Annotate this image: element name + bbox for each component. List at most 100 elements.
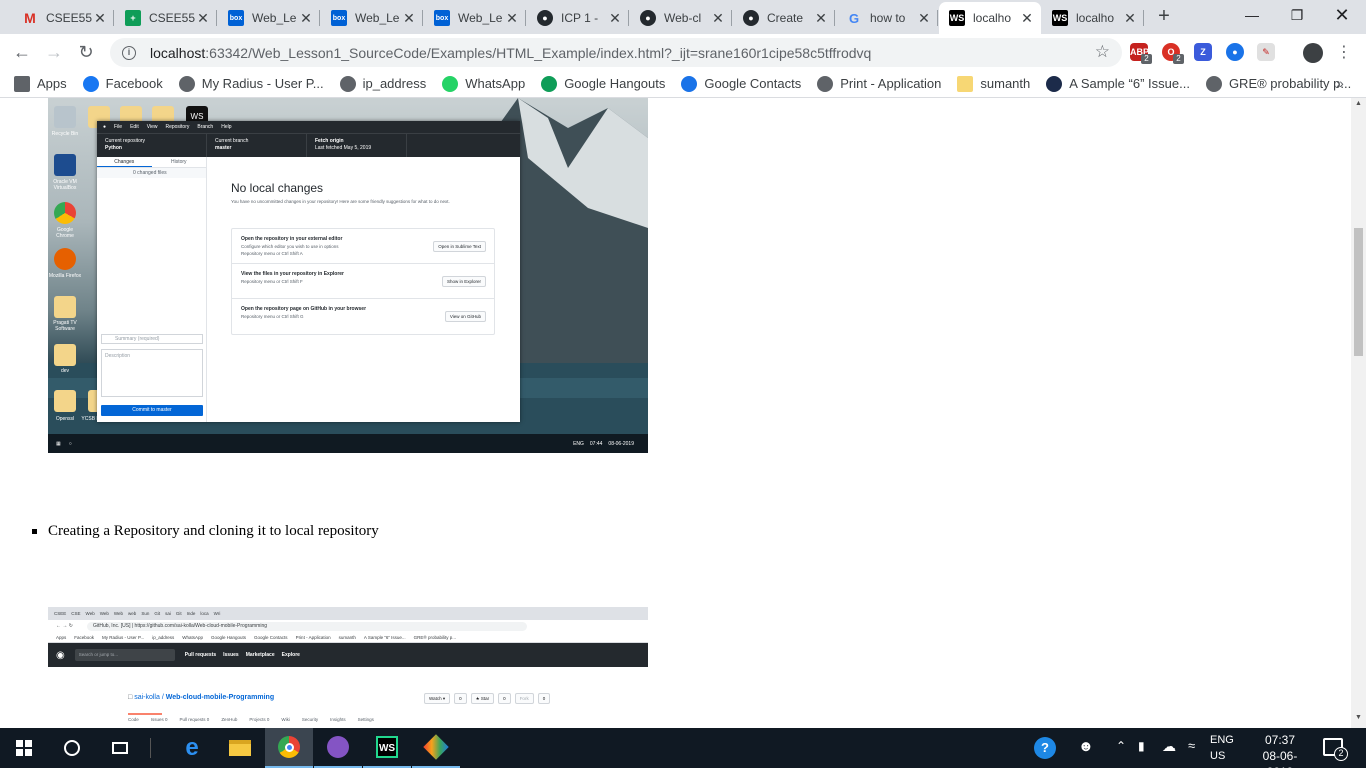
open-editor-button[interactable]: Open in Sublime Text [433, 241, 486, 252]
firefox-icon[interactable] [54, 248, 76, 270]
summary-input[interactable]: Summary (required) [101, 334, 203, 344]
description-input[interactable]: Description [101, 349, 203, 397]
browser-tab[interactable]: ● Web-cl ✕ [630, 2, 732, 34]
folder-icon[interactable] [54, 344, 76, 366]
nav-issues[interactable]: Issues [223, 652, 239, 658]
watch-button[interactable]: Watch ▾ [424, 693, 451, 704]
edge-taskbar-button[interactable]: e [168, 728, 216, 768]
task-view-button[interactable] [96, 728, 144, 768]
bookmark-item[interactable]: A Sample “6” Issue... [1046, 75, 1190, 92]
address-bar[interactable]: i localhost:63342/Web_Lesson1_SourceCode… [110, 38, 1122, 67]
search-button[interactable] [48, 728, 96, 768]
github-search-input[interactable]: Search or jump to... [74, 649, 175, 661]
close-tab-icon[interactable]: ✕ [195, 10, 211, 26]
close-tab-icon[interactable]: ✕ [92, 10, 108, 26]
bookmark-item[interactable]: My Radius - User P... [178, 75, 324, 92]
scroll-down-icon[interactable]: ▼ [1355, 714, 1362, 721]
tray-chevron-icon[interactable]: ⌃ [1116, 739, 1126, 753]
nav-pull-requests[interactable]: Pull requests [185, 652, 216, 658]
menu-edit[interactable]: Edit [130, 124, 139, 130]
virtualbox-icon[interactable] [54, 154, 76, 176]
close-tab-icon[interactable]: ✕ [607, 10, 623, 26]
zotero-extension-icon[interactable]: Z [1194, 43, 1212, 61]
tab-history[interactable]: History [152, 157, 207, 167]
explorer-taskbar-button[interactable] [216, 728, 264, 768]
help-icon[interactable]: ? [1034, 737, 1056, 759]
people-icon[interactable]: ☻ [1078, 738, 1094, 755]
browser-tab[interactable]: ● ICP 1 - ✕ [527, 2, 629, 34]
nav-marketplace[interactable]: Marketplace [246, 652, 275, 658]
nav-explore[interactable]: Explore [282, 652, 300, 658]
view-github-button[interactable]: View on GitHub [444, 311, 486, 322]
menu-help[interactable]: Help [221, 124, 231, 130]
current-repo-selector[interactable]: Current repository Python [97, 134, 207, 157]
close-tab-icon[interactable]: ✕ [1122, 10, 1138, 26]
fetch-origin-button[interactable]: Fetch origin Last fetched May 5, 2019 [307, 134, 407, 157]
github-desktop-taskbar-button[interactable] [314, 728, 362, 768]
pdf-extension-icon[interactable]: ✎ [1257, 43, 1275, 61]
folder-icon[interactable] [54, 296, 76, 318]
new-tab-button[interactable]: + [1152, 5, 1176, 29]
browser-tab[interactable]: WS localho ✕ [1042, 2, 1144, 34]
bookmark-item[interactable]: Apps [14, 75, 67, 92]
repo-owner[interactable]: sai-kolla [134, 694, 160, 701]
browser-tab[interactable]: box Web_Le ✕ [424, 2, 526, 34]
commit-button[interactable]: Commit to master [101, 405, 203, 416]
bookmarks-overflow-icon[interactable]: » [1336, 75, 1344, 91]
bookmark-item[interactable]: WhatsApp [442, 75, 525, 92]
battery-icon[interactable]: ▮ [1138, 739, 1145, 753]
bookmark-item[interactable]: ip_address [339, 75, 426, 92]
menu-file[interactable]: File [114, 124, 122, 130]
restore-button[interactable]: ❐ [1277, 4, 1317, 26]
search-icon[interactable]: ○ [69, 441, 72, 447]
close-tab-icon[interactable]: ✕ [813, 10, 829, 26]
git-taskbar-button[interactable] [412, 728, 460, 768]
forward-button[interactable]: → [42, 40, 66, 64]
bookmark-item[interactable]: sumanth [957, 75, 1030, 92]
menu-branch[interactable]: Branch [197, 124, 213, 130]
bookmark-item[interactable]: Google Contacts [681, 75, 801, 92]
menu-icon[interactable]: ⋮ [1336, 42, 1352, 62]
browser-tab[interactable]: Ghow to ✕ [836, 2, 938, 34]
wifi-icon[interactable]: ≈ [1188, 738, 1195, 753]
current-branch-selector[interactable]: Current branch master [207, 134, 307, 157]
webstorm-taskbar-button[interactable]: WS [363, 728, 411, 768]
input-language[interactable]: ENG US [1210, 732, 1234, 764]
scroll-up-icon[interactable]: ▲ [1355, 100, 1362, 107]
windows-start-icon[interactable]: ▦ [56, 441, 61, 447]
bookmark-item[interactable]: Print - Application [817, 75, 941, 92]
minimize-button[interactable]: — [1232, 4, 1272, 26]
page-scrollbar[interactable]: ▲ ▼ [1351, 98, 1366, 728]
close-tab-icon[interactable]: ✕ [710, 10, 726, 26]
scrollbar-thumb[interactable] [1354, 228, 1363, 356]
browser-tab[interactable]: + CSEE55 ✕ [115, 2, 217, 34]
browser-tab[interactable]: box Web_Le ✕ [218, 2, 320, 34]
profile-avatar[interactable] [1303, 43, 1323, 63]
bookmark-item[interactable]: Facebook [82, 75, 163, 92]
menu-view[interactable]: View [147, 124, 158, 130]
tab-changes[interactable]: Changes [97, 157, 152, 167]
star-button[interactable]: ★ Star [470, 693, 495, 704]
back-button[interactable]: ← [10, 40, 34, 64]
show-explorer-button[interactable]: Show in Explorer [441, 276, 486, 287]
clock[interactable]: 07:37 08-06-2019 [1250, 732, 1310, 780]
info-icon[interactable]: i [122, 45, 136, 60]
reload-button[interactable]: ↻ [74, 40, 98, 64]
fork-button[interactable]: Fork [514, 693, 534, 704]
browser-tab[interactable]: M CSEE55 ✕ [12, 2, 114, 34]
menu-repository[interactable]: Repository [165, 124, 189, 130]
repo-name[interactable]: Web-cloud-mobile-Programming [166, 694, 274, 701]
close-tab-icon[interactable]: ✕ [916, 10, 932, 26]
start-button[interactable] [0, 728, 48, 768]
close-tab-icon[interactable]: ✕ [504, 10, 520, 26]
close-tab-icon[interactable]: ✕ [298, 10, 314, 26]
recycle-bin-icon[interactable] [54, 106, 76, 128]
bookmark-item[interactable]: GRE® probability p... [1205, 75, 1351, 92]
bookmark-star-icon[interactable]: ☆ [1095, 42, 1110, 62]
folder-icon[interactable] [54, 390, 76, 412]
bookmark-item[interactable]: Google Hangouts [541, 75, 665, 92]
browser-tab[interactable]: WS localho ✕ [939, 2, 1041, 34]
close-tab-icon[interactable]: ✕ [401, 10, 417, 26]
onedrive-icon[interactable]: ☁ [1162, 738, 1176, 755]
browser-tab[interactable]: ● Create ✕ [733, 2, 835, 34]
